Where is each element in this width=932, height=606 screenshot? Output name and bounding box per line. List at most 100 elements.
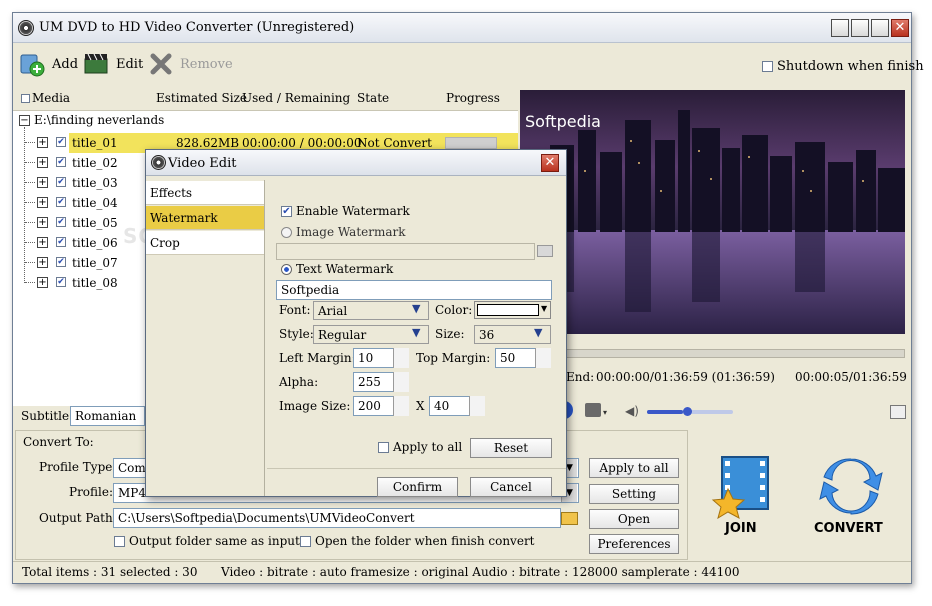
tree-branch <box>25 182 35 183</box>
row-checkbox[interactable]: ✔ <box>56 157 66 167</box>
open-folder-checkbox[interactable] <box>300 536 311 547</box>
dialog-app-icon <box>151 155 166 170</box>
dialog-close-button[interactable]: ✕ <box>541 154 559 172</box>
row-checkbox[interactable]: ✔ <box>56 277 66 287</box>
menu-button[interactable] <box>831 19 849 37</box>
apply-to-all-button[interactable]: Apply to all <box>589 458 679 478</box>
open-button[interactable]: Open <box>589 509 679 529</box>
join-button[interactable]: JOIN <box>725 521 757 536</box>
expand-icon[interactable]: + <box>37 257 48 268</box>
left-margin-label: Left Margin: <box>279 351 356 365</box>
minimize-button[interactable] <box>851 19 869 37</box>
seek-bar[interactable] <box>520 349 905 358</box>
dialog-apply-all-checkbox[interactable] <box>378 442 389 453</box>
remove-icon[interactable] <box>148 51 174 77</box>
add-button[interactable]: Add <box>52 57 78 72</box>
expand-icon[interactable]: + <box>37 237 48 248</box>
edit-button[interactable]: Edit <box>116 57 143 72</box>
fullscreen-icon[interactable] <box>890 405 906 419</box>
same-as-input-checkbox[interactable] <box>114 536 125 547</box>
subtitle-label: Subtitle: <box>21 409 74 423</box>
cancel-button[interactable]: Cancel <box>470 477 552 497</box>
status-items: Total items : 31 selected : 30 <box>22 565 198 579</box>
col-state[interactable]: State <box>357 91 389 105</box>
join-icon[interactable] <box>710 453 776 520</box>
subtitle-select[interactable]: Romanian <box>70 406 145 426</box>
collapse-icon[interactable]: − <box>19 115 30 126</box>
image-width-spinner[interactable] <box>393 396 409 416</box>
close-button[interactable]: ✕ <box>891 19 909 37</box>
color-picker[interactable]: ▼ <box>474 301 551 319</box>
tab-effects[interactable]: Effects <box>146 181 264 205</box>
size-dropdown-icon[interactable]: ▼ <box>534 326 542 339</box>
enable-watermark-checkbox[interactable]: ✔ <box>281 206 292 217</box>
top-margin-label: Top Margin: <box>416 351 491 365</box>
expand-icon[interactable]: + <box>37 177 48 188</box>
tree-branch <box>25 242 35 243</box>
camera-dropdown-icon[interactable]: ▾ <box>603 408 607 417</box>
maximize-button[interactable] <box>871 19 889 37</box>
size-label: Size: <box>435 327 465 341</box>
top-margin-spinner[interactable] <box>535 348 551 368</box>
tab-crop[interactable]: Crop <box>146 231 264 255</box>
style-dropdown-icon[interactable]: ▼ <box>412 326 420 339</box>
col-used[interactable]: Used / Remaining <box>242 91 350 105</box>
app-icon <box>18 20 34 36</box>
expand-icon[interactable]: + <box>37 157 48 168</box>
tree-branch <box>25 262 35 263</box>
setting-button[interactable]: Setting <box>589 484 679 504</box>
volume-knob[interactable] <box>683 407 693 416</box>
font-dropdown-icon[interactable]: ▼ <box>412 302 420 315</box>
folder-icon[interactable] <box>561 512 578 525</box>
image-folder-icon[interactable] <box>537 245 553 257</box>
dialog-title: Video Edit <box>168 156 237 171</box>
color-dropdown-icon[interactable]: ▼ <box>541 304 547 313</box>
profile-type-label: Profile Type: <box>39 460 117 474</box>
left-margin-spinner[interactable] <box>393 348 409 368</box>
tree-branch <box>25 222 35 223</box>
row-checkbox[interactable]: ✔ <box>56 197 66 207</box>
select-all-checkbox[interactable] <box>21 94 30 103</box>
col-progress[interactable]: Progress <box>446 91 500 105</box>
root-folder[interactable]: E:\finding neverlands <box>34 113 164 133</box>
add-icon[interactable] <box>19 51 45 77</box>
image-watermark-radio[interactable] <box>281 227 292 238</box>
end-label: End: <box>566 370 595 384</box>
shutdown-checkbox[interactable] <box>762 61 773 72</box>
row-checkbox[interactable]: ✔ <box>56 237 66 247</box>
image-height-spinner[interactable] <box>469 396 485 416</box>
reset-button[interactable]: Reset <box>470 438 552 458</box>
expand-icon[interactable]: + <box>37 197 48 208</box>
row-checkbox[interactable]: ✔ <box>56 177 66 187</box>
position-time: 00:00:05/01:36:59 <box>795 370 907 384</box>
convert-icon[interactable] <box>818 453 884 519</box>
confirm-button[interactable]: Confirm <box>377 477 458 497</box>
style-label: Style: <box>279 327 314 341</box>
col-media[interactable]: Media <box>32 91 70 105</box>
tab-watermark[interactable]: Watermark <box>146 206 264 230</box>
expand-icon[interactable]: + <box>37 277 48 288</box>
row-checkbox[interactable]: ✔ <box>56 217 66 227</box>
dialog-apply-all-label: Apply to all <box>393 440 463 454</box>
expand-icon[interactable]: + <box>37 137 48 148</box>
preferences-button[interactable]: Preferences <box>589 534 679 554</box>
enable-watermark-label: Enable Watermark <box>296 204 410 218</box>
remove-button[interactable]: Remove <box>180 57 233 72</box>
output-path-field[interactable]: C:\Users\Softpedia\Documents\UMVideoConv… <box>113 508 561 528</box>
watermark-text-input[interactable]: Softpedia <box>276 280 552 300</box>
row-checkbox[interactable]: ✔ <box>56 137 66 147</box>
font-label: Font: <box>279 303 311 317</box>
shutdown-label: Shutdown when finish <box>777 59 924 74</box>
image-path-field[interactable] <box>276 243 535 260</box>
volume-fill <box>647 410 684 414</box>
convert-button[interactable]: CONVERT <box>814 521 883 536</box>
expand-icon[interactable]: + <box>37 217 48 228</box>
alpha-spinner[interactable] <box>393 372 409 392</box>
row-checkbox[interactable]: ✔ <box>56 257 66 267</box>
camera-icon[interactable] <box>585 403 601 417</box>
window-title: UM DVD to HD Video Converter (Unregister… <box>39 20 355 35</box>
col-size[interactable]: Estimated Size <box>156 91 247 105</box>
edit-icon[interactable] <box>83 51 109 77</box>
text-watermark-radio[interactable] <box>281 264 292 275</box>
color-swatch <box>477 304 539 316</box>
